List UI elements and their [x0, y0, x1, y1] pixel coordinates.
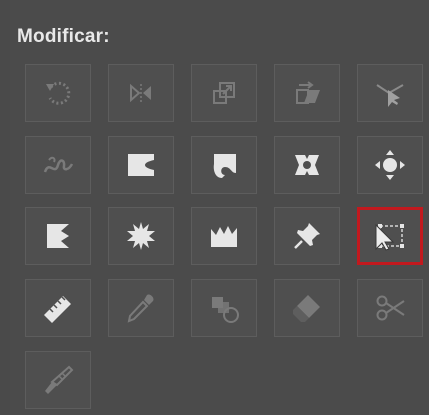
scissors-tool-button[interactable] [357, 279, 423, 337]
explode-icon [124, 219, 158, 253]
panel-title: Modificar: [17, 26, 110, 47]
blend-icon [207, 291, 241, 325]
bloat-tool-button[interactable] [357, 136, 423, 194]
eyedropper-tool-button[interactable] [108, 279, 174, 337]
pucker-tool-button[interactable] [108, 136, 174, 194]
crystallize-icon [41, 219, 75, 253]
wrinkle-tool-button[interactable] [191, 207, 257, 265]
scale-tool-button[interactable] [191, 64, 257, 122]
crystallize-tool-button[interactable] [25, 207, 91, 265]
twirl-icon [207, 148, 241, 182]
reflect-tool-button[interactable] [108, 64, 174, 122]
pucker-icon [124, 148, 158, 182]
warp-tool-button[interactable] [25, 136, 91, 194]
twirl-tool-button[interactable] [191, 136, 257, 194]
eraser-tool-button[interactable] [274, 279, 340, 337]
shear-icon [290, 76, 324, 110]
reflect-icon [124, 76, 158, 110]
reshape-icon [373, 76, 407, 110]
bloat-icon [373, 148, 407, 182]
measure-icon [41, 291, 75, 325]
knife-tool-button[interactable] [25, 351, 91, 409]
scallop-tool-button[interactable] [274, 136, 340, 194]
scallop-icon [290, 148, 324, 182]
blend-tool-button[interactable] [191, 279, 257, 337]
warp-icon [41, 148, 75, 182]
eraser-icon [290, 291, 324, 325]
rotate-icon [41, 76, 75, 110]
knife-icon [41, 363, 75, 397]
measure-tool-button[interactable] [25, 279, 91, 337]
reshape-tool-button[interactable] [357, 64, 423, 122]
rotate-tool-button[interactable] [25, 64, 91, 122]
pin-icon [290, 219, 324, 253]
path-selection-tool-button[interactable] [357, 207, 423, 265]
pin-tool-button[interactable] [274, 207, 340, 265]
scale-icon [207, 76, 241, 110]
scissors-icon [373, 291, 407, 325]
free-transform-icon [373, 219, 407, 253]
eyedropper-icon [124, 291, 158, 325]
explode-tool-button[interactable] [108, 207, 174, 265]
wrinkle-icon [207, 219, 241, 253]
shear-tool-button[interactable] [274, 64, 340, 122]
